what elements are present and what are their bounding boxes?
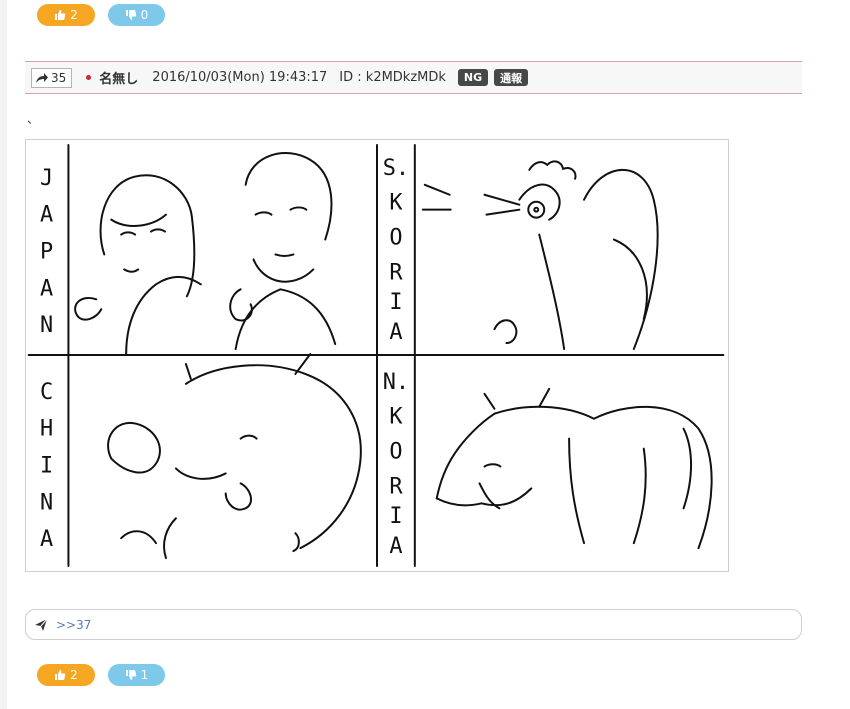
- panel-letter: K: [389, 191, 403, 216]
- dislike-count: 0: [140, 8, 149, 22]
- vote-row-top: 2 0: [37, 4, 165, 26]
- thumbs-up-icon: [55, 10, 66, 20]
- reply-bar[interactable]: >>37: [25, 609, 802, 640]
- panel-letter: C: [40, 380, 53, 405]
- panel-letter: A: [40, 527, 53, 552]
- panel-letter: N: [40, 313, 53, 338]
- panel-letter: S.: [383, 156, 409, 181]
- panel-letter: A: [389, 534, 402, 559]
- panel-letter: A: [40, 203, 53, 228]
- panel-letter: A: [40, 276, 53, 301]
- paper-plane-icon: [35, 618, 48, 631]
- report-button[interactable]: 通報: [494, 69, 529, 86]
- panel-letter: J: [40, 166, 53, 191]
- ng-button[interactable]: NG: [457, 69, 489, 86]
- like-button-top[interactable]: 2: [37, 4, 95, 26]
- poster-name: 名無し: [99, 72, 139, 87]
- panel-letter: O: [389, 226, 402, 251]
- vote-row-bottom: 2 1: [37, 664, 165, 686]
- like-count: 2: [70, 668, 78, 682]
- comic-drawing: J A P A N S. K O R I A C H I N A N. K O …: [27, 143, 725, 568]
- res-number: 35: [51, 70, 67, 85]
- comic-image: J A P A N S. K O R I A C H I N A N. K O …: [25, 139, 729, 572]
- dislike-count: 1: [140, 668, 149, 682]
- like-button-bottom[interactable]: 2: [37, 664, 95, 686]
- thumbs-down-icon: [125, 10, 136, 20]
- panel-letter: N: [40, 490, 53, 515]
- panel-letter: K: [389, 405, 403, 430]
- panel-letter: A: [389, 320, 402, 345]
- res-number-badge[interactable]: 35: [31, 67, 73, 88]
- panel-letter: R: [389, 474, 403, 499]
- post-header: 35 名無し 2016/10/03(Mon) 19:43:17 ID : k2M…: [25, 61, 802, 94]
- reply-link[interactable]: >>37: [56, 618, 91, 632]
- status-dot: [86, 75, 92, 80]
- thumbs-down-icon: [125, 670, 136, 680]
- panel-letter: H: [40, 417, 53, 442]
- poster-id: ID : k2MDkzMDk: [339, 70, 446, 85]
- thumbs-up-icon: [55, 670, 66, 680]
- panel-letter: P: [40, 239, 53, 264]
- panel-letter: I: [40, 453, 53, 478]
- panel-letter: I: [389, 504, 402, 529]
- like-count: 2: [70, 8, 78, 22]
- post-body-text: 、: [27, 112, 40, 126]
- dislike-button-bottom[interactable]: 1: [108, 664, 165, 686]
- left-margin-rule: [0, 0, 7, 709]
- panel-letter: N.: [383, 370, 409, 395]
- panel-letter: I: [389, 290, 402, 315]
- panel-letter: O: [389, 440, 402, 465]
- share-arrow-icon: [36, 72, 48, 83]
- dislike-button-top[interactable]: 0: [108, 4, 165, 26]
- post-date: 2016/10/03(Mon) 19:43:17: [152, 70, 328, 85]
- panel-letter: R: [389, 260, 403, 285]
